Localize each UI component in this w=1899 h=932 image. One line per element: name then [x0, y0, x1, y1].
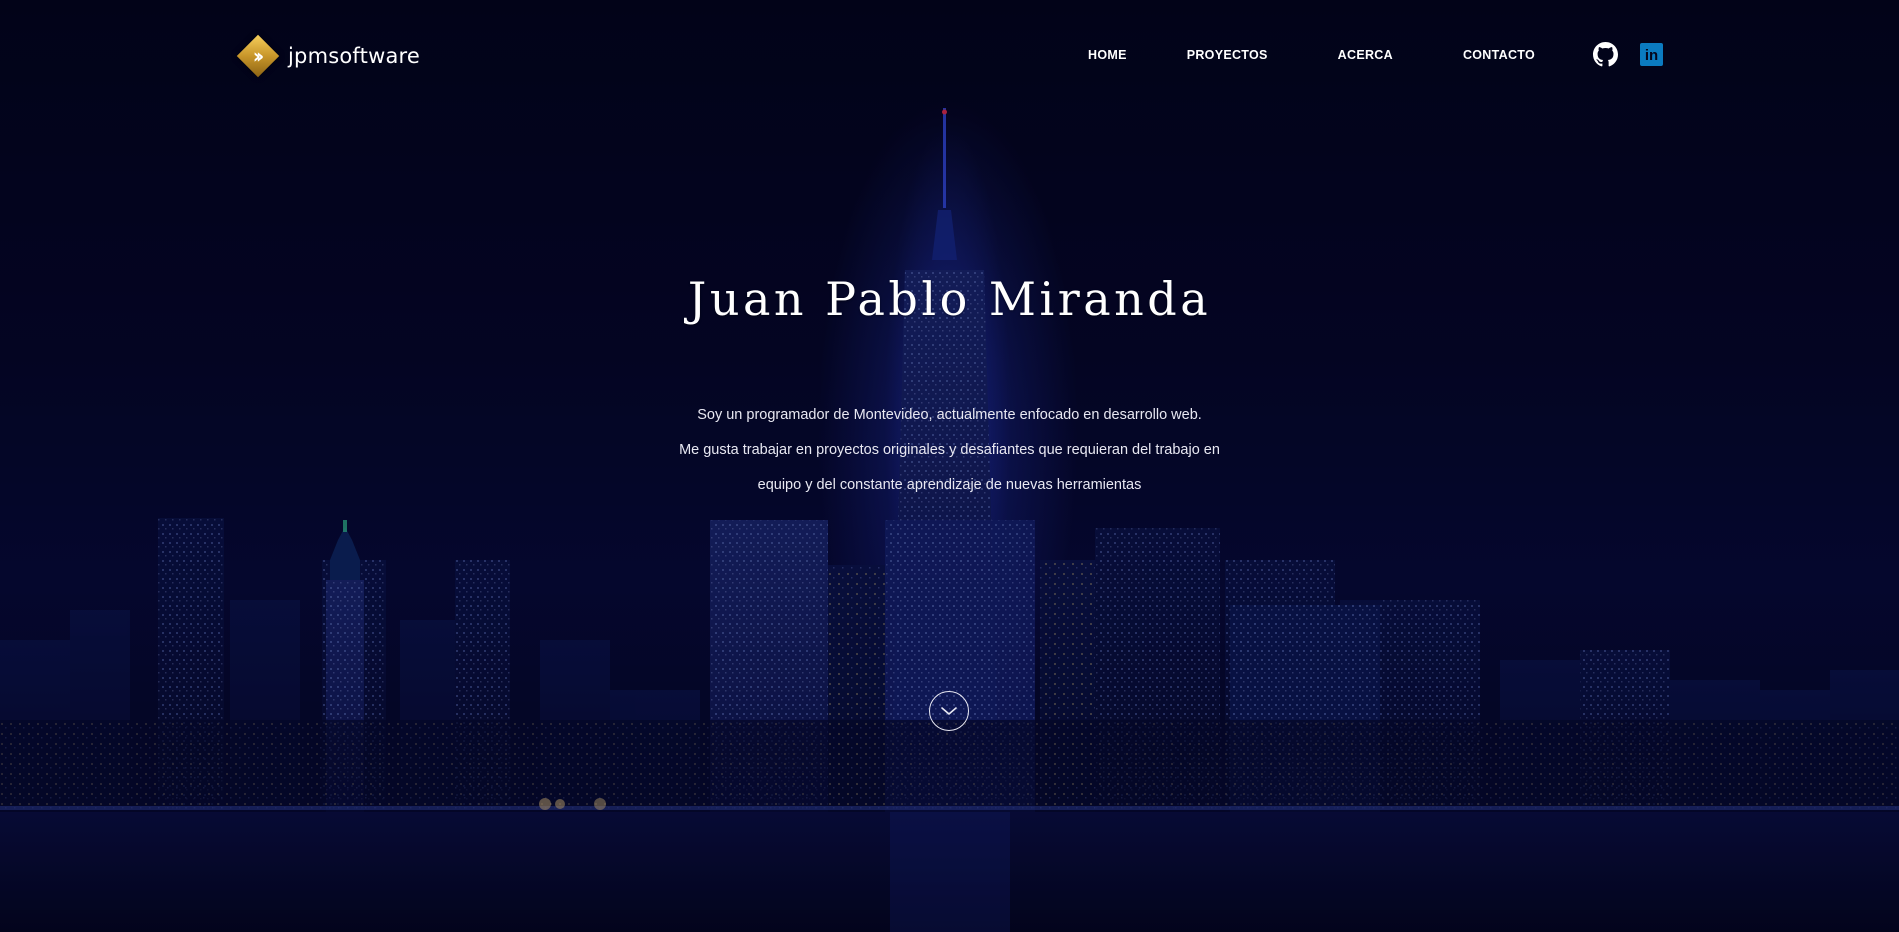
main-menu: HOME PROYECTOS ACERCA CONTACTO	[1088, 48, 1535, 62]
brand-name: jpmsoftware	[288, 44, 421, 68]
brand-logo-link[interactable]: ›› jpmsoftware	[236, 34, 420, 78]
intro-line-1: Soy un programador de Montevideo, actual…	[697, 407, 1202, 423]
top-navbar: ›› jpmsoftware HOME PROYECTOS ACERCA CON…	[0, 0, 1899, 110]
scroll-down-button[interactable]	[929, 691, 969, 731]
nav-link-proyectos[interactable]: PROYECTOS	[1187, 48, 1268, 62]
linkedin-glyph: in	[1644, 46, 1659, 64]
social-links: in	[1593, 42, 1663, 67]
github-icon[interactable]	[1593, 42, 1618, 67]
nav-link-home[interactable]: HOME	[1088, 48, 1127, 62]
double-chevron-diamond-icon: ››	[236, 34, 280, 78]
hero-intro: Soy un programador de Montevideo, actual…	[0, 398, 1899, 503]
intro-line-3: equipo y del constante aprendizaje de nu…	[757, 477, 1142, 493]
hero-section: ›› jpmsoftware HOME PROYECTOS ACERCA CON…	[0, 0, 1899, 932]
hero-title: Juan Pablo Miranda	[687, 272, 1212, 326]
intro-line-2: Me gusta trabajar en proyectos originale…	[679, 442, 1220, 458]
nav-link-acerca[interactable]: ACERCA	[1338, 48, 1393, 62]
chevron-down-icon	[941, 707, 957, 715]
nav-link-contacto[interactable]: CONTACTO	[1463, 48, 1535, 62]
linkedin-icon[interactable]: in	[1640, 43, 1663, 66]
